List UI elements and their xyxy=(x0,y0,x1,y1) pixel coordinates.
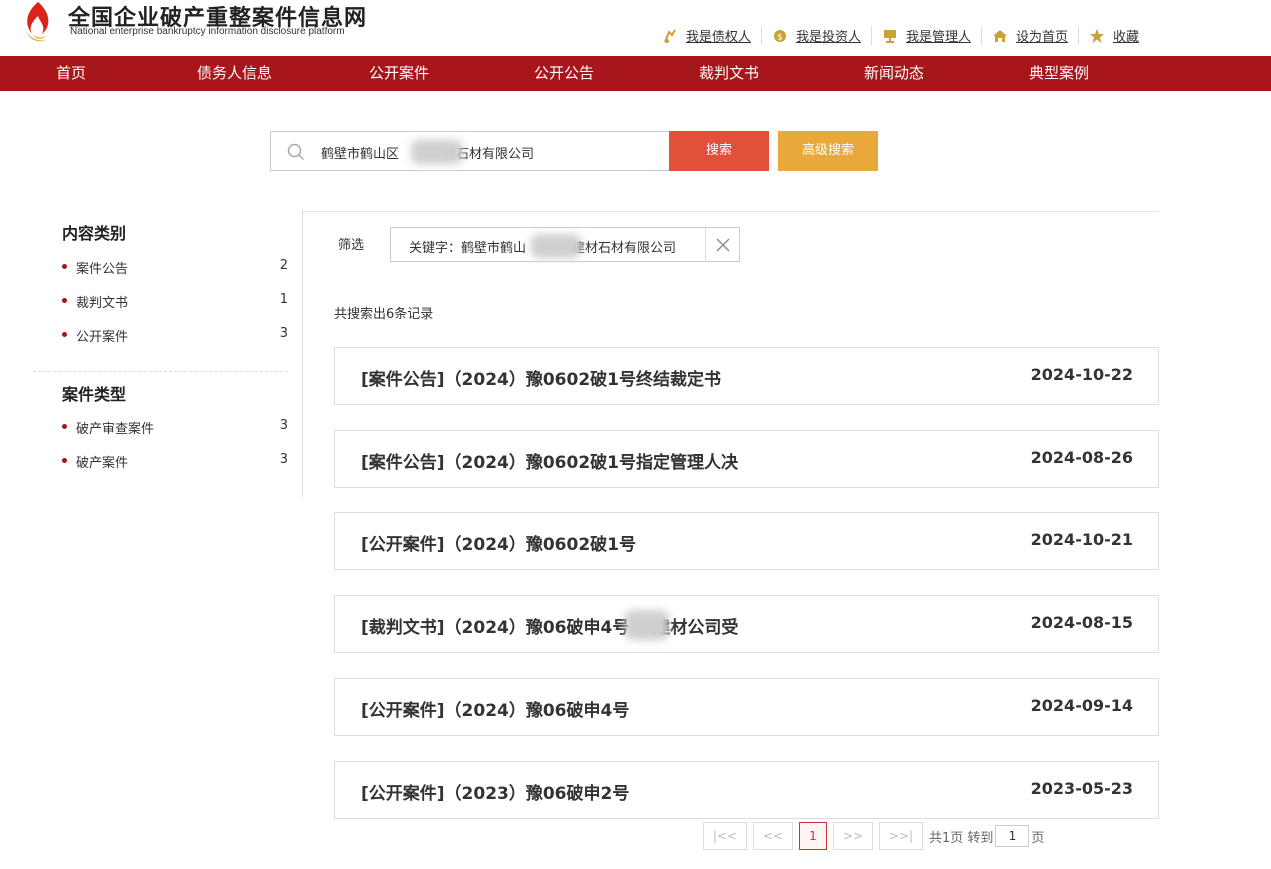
result-title[interactable]: [公开案件]（2024）豫0602破1号 xyxy=(361,530,636,555)
filter-label: 筛选 xyxy=(338,238,365,253)
nav-home[interactable]: 首页 xyxy=(56,56,86,91)
result-title[interactable]: [裁判文书]（2024）豫06破申4号 建材公司受 xyxy=(361,613,738,638)
category-item-notices[interactable]: 案件公告 2 xyxy=(62,258,288,277)
result-date: 2024-10-21 xyxy=(1030,530,1133,549)
search-input[interactable]: 鹤壁市鹤山区 材石材有限公司 xyxy=(270,131,670,171)
result-title[interactable]: [公开案件]（2024）豫06破申4号 xyxy=(361,696,629,721)
main-divider xyxy=(303,211,1159,212)
filter-tag: 关键字：鹤壁市鹤山 建材石材有限公司 xyxy=(390,227,740,262)
result-item[interactable]: [公开案件]（2024）豫0602破1号 2024-10-21 xyxy=(334,512,1159,570)
site-subtitle: National enterprise bankruptcy informati… xyxy=(70,26,345,37)
category-item-count: 1 xyxy=(279,292,288,307)
last-page-button[interactable]: >>| xyxy=(879,822,923,850)
first-page-button[interactable]: |<< xyxy=(703,822,747,850)
page-suffix: 页 xyxy=(1031,830,1045,846)
next-page-button[interactable]: >> xyxy=(833,822,873,850)
type-item-count: 3 xyxy=(279,452,288,467)
filter-tag-tail: 建材石材有限公司 xyxy=(572,241,677,256)
content-category-title: 内容类别 xyxy=(62,224,127,243)
type-item-bankruptcy[interactable]: 破产案件 3 xyxy=(62,452,288,471)
logo-icon xyxy=(26,2,49,42)
type-item-label: 破产审查案件 xyxy=(62,418,154,437)
category-item-label: 公开案件 xyxy=(62,326,128,345)
star-icon xyxy=(1089,28,1105,44)
search-icon xyxy=(287,143,305,165)
toplink-creditor-label: 我是债权人 xyxy=(685,30,751,45)
result-date: 2024-09-14 xyxy=(1030,696,1133,715)
nav-typical-cases[interactable]: 典型案例 xyxy=(1029,56,1089,91)
result-date: 2024-10-22 xyxy=(1030,365,1133,384)
creditor-icon xyxy=(662,28,678,44)
case-type-title: 案件类型 xyxy=(62,385,127,404)
result-item[interactable]: [裁判文书]（2024）豫06破申4号 建材公司受 2024-08-15 xyxy=(334,595,1159,653)
category-item-label: 裁判文书 xyxy=(62,292,128,311)
result-title[interactable]: [案件公告]（2024）豫0602破1号指定管理人决 xyxy=(361,448,738,473)
category-item-judgments[interactable]: 裁判文书 1 xyxy=(62,292,288,311)
nav-public-cases[interactable]: 公开案件 xyxy=(369,56,429,91)
result-item[interactable]: [公开案件]（2024）豫06破申4号 2024-09-14 xyxy=(334,678,1159,736)
filter-tag-head: 关键字：鹤壁市鹤山 xyxy=(409,241,527,256)
redaction-blur xyxy=(531,234,581,258)
category-item-count: 2 xyxy=(279,258,288,273)
nav-news[interactable]: 新闻动态 xyxy=(864,56,924,91)
category-item-count: 3 xyxy=(279,326,288,341)
result-date: 2024-08-15 xyxy=(1030,613,1133,632)
home-icon xyxy=(992,28,1008,44)
nav-debtor-info[interactable]: 债务人信息 xyxy=(197,56,272,91)
toplink-manager-label: 我是管理人 xyxy=(905,30,971,45)
type-item-label: 破产案件 xyxy=(62,452,128,471)
toplink-creditor[interactable]: 我是债权人 xyxy=(652,26,761,45)
top-links: 我是债权人 $ 我是投资人 我是管理人 设为首页 收藏 xyxy=(652,26,1149,45)
close-icon[interactable] xyxy=(705,228,739,261)
sidebar: 内容类别 案件公告 2 裁判文书 1 公开案件 3 案件类型 破产审查案件 3 … xyxy=(33,210,303,497)
main-nav: 首页 债务人信息 公开案件 公开公告 裁判文书 新闻动态 典型案例 xyxy=(0,56,1271,91)
redaction-blur xyxy=(411,140,463,164)
prev-page-button[interactable]: << xyxy=(753,822,793,850)
result-count: 共搜索出6条记录 xyxy=(334,307,434,322)
type-item-count: 3 xyxy=(279,418,288,433)
toplink-manager[interactable]: 我是管理人 xyxy=(870,26,981,45)
investor-icon: $ xyxy=(772,28,788,44)
result-date: 2023-05-23 xyxy=(1030,779,1133,798)
toplink-homepage-label: 设为首页 xyxy=(1015,30,1068,45)
toplink-investor[interactable]: $ 我是投资人 xyxy=(760,26,871,45)
nav-judgments[interactable]: 裁判文书 xyxy=(699,56,759,91)
category-item-public-cases[interactable]: 公开案件 3 xyxy=(62,326,288,345)
result-date: 2024-08-26 xyxy=(1030,448,1133,467)
pagination: |<< << 1 >> >>| 共1页 转到 1 页 xyxy=(703,822,1044,850)
result-title[interactable]: [案件公告]（2024）豫0602破1号终结裁定书 xyxy=(361,365,721,390)
result-title[interactable]: [公开案件]（2023）豫06破申2号 xyxy=(361,779,629,804)
search-value-head: 鹤壁市鹤山区 xyxy=(321,147,400,162)
page-total: 共1页 转到 xyxy=(929,830,994,846)
manager-icon xyxy=(882,28,898,44)
page-1-button[interactable]: 1 xyxy=(799,822,827,850)
sidebar-divider xyxy=(33,371,288,372)
toplink-favorite-label: 收藏 xyxy=(1112,30,1139,45)
toplink-homepage[interactable]: 设为首页 xyxy=(980,26,1078,45)
toplink-investor-label: 我是投资人 xyxy=(795,30,861,45)
header: 全国企业破产重整案件信息网 National enterprise bankru… xyxy=(0,0,1271,56)
category-item-label: 案件公告 xyxy=(62,258,128,277)
svg-text:$: $ xyxy=(777,33,783,43)
redaction-blur xyxy=(625,610,669,640)
search-button[interactable]: 搜索 xyxy=(669,131,769,171)
result-title-head: [裁判文书]（2024）豫06破申4号 xyxy=(361,618,630,638)
result-item[interactable]: [公开案件]（2023）豫06破申2号 2023-05-23 xyxy=(334,761,1159,819)
advanced-search-button[interactable]: 高级搜索 xyxy=(778,131,878,171)
nav-public-notices[interactable]: 公开公告 xyxy=(534,56,594,91)
result-item[interactable]: [案件公告]（2024）豫0602破1号指定管理人决 2024-08-26 xyxy=(334,430,1159,488)
goto-page-input[interactable]: 1 xyxy=(995,825,1030,847)
toplink-favorite[interactable]: 收藏 xyxy=(1077,26,1149,45)
type-item-review[interactable]: 破产审查案件 3 xyxy=(62,418,288,437)
result-item[interactable]: [案件公告]（2024）豫0602破1号终结裁定书 2024-10-22 xyxy=(334,347,1159,405)
